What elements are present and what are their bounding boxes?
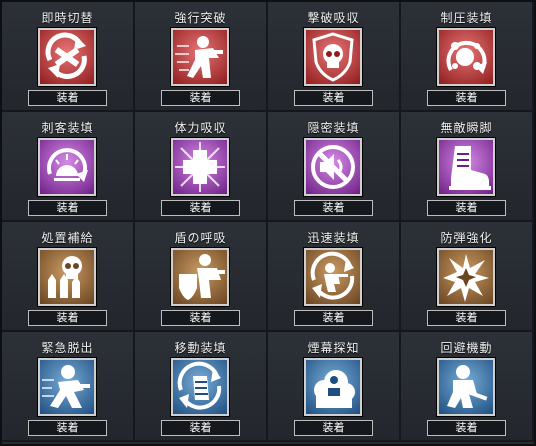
equip-button[interactable]: 装着 [161, 310, 240, 326]
equip-button[interactable]: 装着 [427, 200, 506, 216]
explosion-reload-icon[interactable] [437, 28, 495, 86]
skull-shield-icon[interactable] [304, 28, 362, 86]
equip-button[interactable]: 装着 [294, 90, 373, 106]
perk-card: 回避機動 装着 [401, 332, 534, 442]
perk-grid: 即時切替 装着 強行突破 装着 撃破吸収 装着 制圧装填 装着 刺客装填 装着 体力吸収 [0, 0, 536, 446]
perk-name: 防弾強化 [440, 231, 493, 245]
perk-name: 強行突破 [174, 11, 227, 25]
perk-name: 迅速装填 [307, 231, 360, 245]
perk-name: 移動装填 [174, 341, 227, 355]
impact-burst-icon[interactable] [437, 248, 495, 306]
perk-card: 撃破吸収 装着 [268, 2, 401, 112]
perk-card: 無敵瞬脚 装着 [401, 112, 534, 222]
equip-button[interactable]: 装着 [28, 90, 107, 106]
perk-card: 迅速装填 装着 [268, 222, 401, 332]
perk-card: 移動装填 装着 [135, 332, 268, 442]
magazine-reload-icon[interactable] [171, 358, 229, 416]
equip-button[interactable]: 装着 [28, 420, 107, 436]
soldier-shield-icon[interactable] [171, 248, 229, 306]
sunrise-reload-icon[interactable] [38, 138, 96, 196]
perk-card: 強行突破 装着 [135, 2, 268, 112]
perk-name: 緊急脱出 [41, 341, 94, 355]
perk-name: 煙幕探知 [307, 341, 360, 355]
perk-name: 制圧装填 [440, 11, 493, 25]
equip-button[interactable]: 装着 [28, 310, 107, 326]
perk-name: 即時切替 [41, 11, 94, 25]
crouching-rifleman-icon[interactable] [437, 358, 495, 416]
perk-card: 隠密装填 装着 [268, 112, 401, 222]
weapon-swap-icon[interactable] [38, 28, 96, 86]
equip-button[interactable]: 装着 [294, 420, 373, 436]
perk-card: 制圧装填 装着 [401, 2, 534, 112]
perk-name: 撃破吸収 [307, 11, 360, 25]
sprinting-soldier-icon[interactable] [38, 358, 96, 416]
equip-button[interactable]: 装着 [161, 90, 240, 106]
perk-card: 体力吸収 装着 [135, 112, 268, 222]
perk-name: 無敵瞬脚 [440, 121, 493, 135]
perk-card: 即時切替 装着 [2, 2, 135, 112]
perk-name: 盾の呼吸 [174, 231, 227, 245]
perk-card: 防弾強化 装着 [401, 222, 534, 332]
equip-button[interactable]: 装着 [161, 420, 240, 436]
boot-icon[interactable] [437, 138, 495, 196]
equip-button[interactable]: 装着 [427, 420, 506, 436]
charging-soldier-icon[interactable] [171, 28, 229, 86]
equip-button[interactable]: 装着 [28, 200, 107, 216]
perk-name: 回避機動 [440, 341, 493, 355]
perk-card: 緊急脱出 装着 [2, 332, 135, 442]
crouching-reload-icon[interactable] [304, 248, 362, 306]
equip-button[interactable]: 装着 [294, 200, 373, 216]
perk-name: 刺客装填 [41, 121, 94, 135]
equip-button[interactable]: 装着 [427, 90, 506, 106]
equip-button[interactable]: 装着 [294, 310, 373, 326]
perk-card: 盾の呼吸 装着 [135, 222, 268, 332]
equip-button[interactable]: 装着 [427, 310, 506, 326]
health-cross-icon[interactable] [171, 138, 229, 196]
skull-ammo-icon[interactable] [38, 248, 96, 306]
smoke-cloud-icon[interactable] [304, 358, 362, 416]
perk-card: 煙幕探知 装着 [268, 332, 401, 442]
perk-card: 刺客装填 装着 [2, 112, 135, 222]
equip-button[interactable]: 装着 [161, 200, 240, 216]
perk-name: 体力吸収 [174, 121, 227, 135]
perk-name: 処置補給 [41, 231, 94, 245]
perk-card: 処置補給 装着 [2, 222, 135, 332]
muted-sound-icon[interactable] [304, 138, 362, 196]
perk-name: 隠密装填 [307, 121, 360, 135]
